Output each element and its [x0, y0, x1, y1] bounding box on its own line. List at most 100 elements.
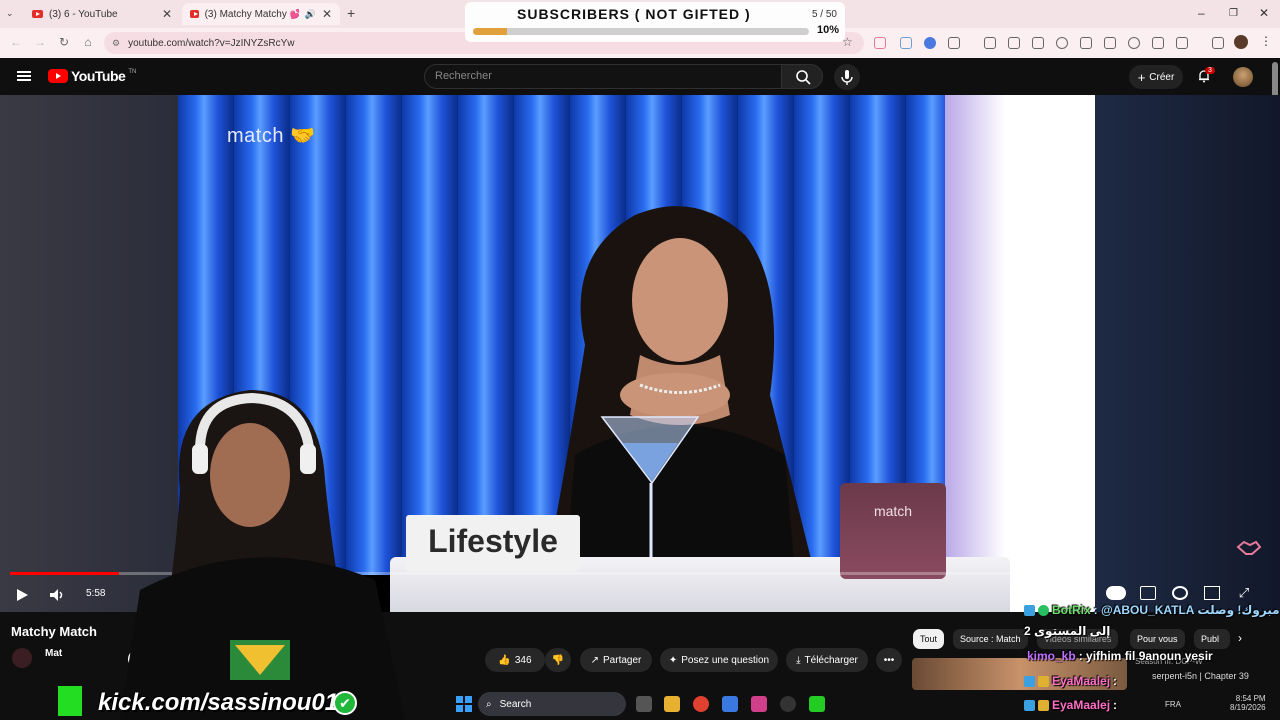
more-actions-button[interactable]: ••• [876, 648, 902, 672]
extension-icon[interactable] [924, 37, 936, 49]
channel-name[interactable]: Mat [45, 648, 62, 659]
extension-icon[interactable] [874, 37, 886, 49]
chat-badge-icon [1024, 604, 1035, 616]
channel-avatar[interactable] [12, 648, 32, 668]
reload-icon[interactable]: ↻ [56, 35, 72, 49]
profile-avatar[interactable] [1234, 35, 1248, 49]
voice-search-button[interactable] [834, 64, 860, 90]
miniplayer-icon[interactable] [1204, 586, 1220, 600]
volume-icon[interactable] [48, 587, 66, 603]
more-icon[interactable]: ⋮ [1258, 34, 1274, 48]
chat-message: EyaMaalej : [1024, 674, 1117, 688]
tab-2-close-icon[interactable]: ✕ [322, 7, 332, 21]
chat-text: إلى المستوى 2 [1024, 624, 1111, 638]
youtube-logo-text: YouTube [71, 68, 126, 84]
autoplay-toggle[interactable] [1106, 586, 1126, 600]
chip-all[interactable]: Tout [913, 629, 945, 649]
fullscreen-icon[interactable]: ⤢ [1236, 586, 1252, 600]
history-icon[interactable] [1128, 37, 1140, 49]
menu-icon[interactable] [1212, 37, 1224, 49]
subscriber-goal-title: SUBSCRIBERS ( NOT GIFTED ) [517, 6, 751, 22]
window-close-icon[interactable]: ✕ [1259, 6, 1269, 20]
chip-source[interactable]: Source : Match [953, 629, 1028, 649]
play-icon[interactable] [14, 587, 30, 603]
chip-for-you[interactable]: Pour vous [1130, 629, 1185, 649]
subtitles-icon[interactable] [1140, 586, 1156, 600]
favorites-icon[interactable] [1080, 37, 1092, 49]
url-text: youtube.com/watch?v=JzINYZsRcYw [128, 37, 295, 49]
settings-gear-icon[interactable] [1172, 586, 1188, 600]
card-icon[interactable] [1032, 37, 1044, 49]
extension-icon[interactable] [900, 37, 912, 49]
chips-next-icon[interactable]: › [1238, 631, 1242, 645]
search-button[interactable] [781, 64, 823, 89]
trash-icon[interactable] [1152, 37, 1164, 49]
kick-logo-icon [58, 686, 82, 716]
site-info-icon[interactable]: ⚙ [112, 38, 120, 49]
video-background-right [1095, 95, 1280, 612]
chip-published[interactable]: Publ [1194, 629, 1230, 649]
windows-start-icon[interactable] [456, 696, 472, 712]
store-icon[interactable] [722, 696, 738, 712]
like-button[interactable]: 👍 346 [485, 648, 545, 672]
ask-question-button[interactable]: ✦ Posez une question [660, 648, 778, 672]
verified-check-icon: ✔ [333, 691, 357, 715]
chat-text: : @ABOU_KATLA مبروك! وصلت [1093, 603, 1280, 617]
chat-badge-icon [1024, 675, 1035, 687]
home-icon[interactable]: ⌂ [80, 35, 96, 49]
chat-badge-icon [1024, 699, 1035, 711]
minimize-icon[interactable]: – [1198, 6, 1205, 20]
forward-icon[interactable]: → [32, 35, 48, 49]
video-time: 5:58 [86, 588, 106, 599]
instagram-icon[interactable] [751, 696, 767, 712]
dislike-button[interactable]: 👎 [545, 648, 571, 672]
task-view-icon[interactable] [636, 696, 652, 712]
puzzle-icon[interactable] [948, 37, 960, 49]
collections-icon[interactable] [1176, 37, 1188, 49]
chat-username: kimo_kb [1027, 649, 1076, 663]
taskbar-search[interactable]: ⌕ Search [478, 692, 626, 716]
match-brand-logo: match 🤝 [227, 125, 316, 147]
subscriber-goal-fill [473, 28, 507, 35]
search-input[interactable]: Rechercher [424, 64, 782, 89]
youtube-header: YouTube TN Rechercher + Créer 3 [0, 58, 1280, 95]
download-button[interactable]: ⤓ Télécharger [786, 648, 868, 672]
tab-1[interactable]: (3) 6 - YouTube ✕ [24, 3, 180, 25]
file-explorer-icon[interactable] [664, 696, 680, 712]
chat-username: BotRix [1052, 603, 1091, 617]
thumbs-up-icon: 👍 [498, 654, 511, 666]
subscriber-goal-percent: 10% [816, 24, 839, 36]
app-icon[interactable] [780, 696, 796, 712]
hamburger-menu-icon[interactable] [17, 71, 31, 81]
new-tab-icon[interactable]: + [347, 5, 355, 21]
keyboard-language[interactable]: FRA [1165, 700, 1181, 709]
extension-icon[interactable] [984, 37, 996, 49]
tab-audio-icon[interactable]: 🔊 [305, 9, 316, 20]
reading-list-icon[interactable] [1104, 37, 1116, 49]
subscriber-goal-count: 5 / 50 [811, 9, 837, 20]
martini-glass [600, 416, 700, 573]
tab-list-chevron-icon[interactable]: ⌄ [6, 8, 14, 19]
tab-2[interactable]: (3) Matchy Matchy 💕 Ep 9 🔊 ✕ [182, 3, 340, 25]
chat-message: BotRix : @ABOU_KATLA مبروك! وصلت [1024, 603, 1280, 617]
account-avatar[interactable] [1233, 67, 1253, 87]
location-icon[interactable] [1056, 37, 1068, 49]
match-box-label: match [873, 503, 913, 519]
share-icon: ↗ [590, 654, 600, 666]
create-button[interactable]: + Créer [1129, 65, 1183, 89]
recommended-title[interactable]: serpent-i5n | Chapter 39 [1152, 671, 1249, 681]
chrome-icon[interactable] [693, 696, 709, 712]
tray-date: 8/19/2026 [1230, 703, 1266, 712]
tray-clock[interactable]: 8:54 PM 8/19/2026 [1230, 694, 1266, 712]
tab-2-label: (3) Matchy Matchy 💕 Ep 9 [204, 8, 299, 20]
restore-icon[interactable]: ❐ [1229, 8, 1238, 19]
kick-app-icon[interactable] [809, 696, 825, 712]
share-button[interactable]: ↗ Partager [580, 648, 652, 672]
chat-text: : yifhim fil 9anoun yesir [1078, 649, 1213, 663]
youtube-logo[interactable]: YouTube TN [48, 68, 136, 84]
tab-1-close-icon[interactable]: ✕ [162, 7, 172, 21]
video-wall [945, 95, 1095, 612]
back-icon[interactable]: ← [8, 35, 24, 49]
kick-banner: kick.com/sassinou01 ✔ [0, 686, 420, 720]
key-icon[interactable] [1008, 37, 1020, 49]
